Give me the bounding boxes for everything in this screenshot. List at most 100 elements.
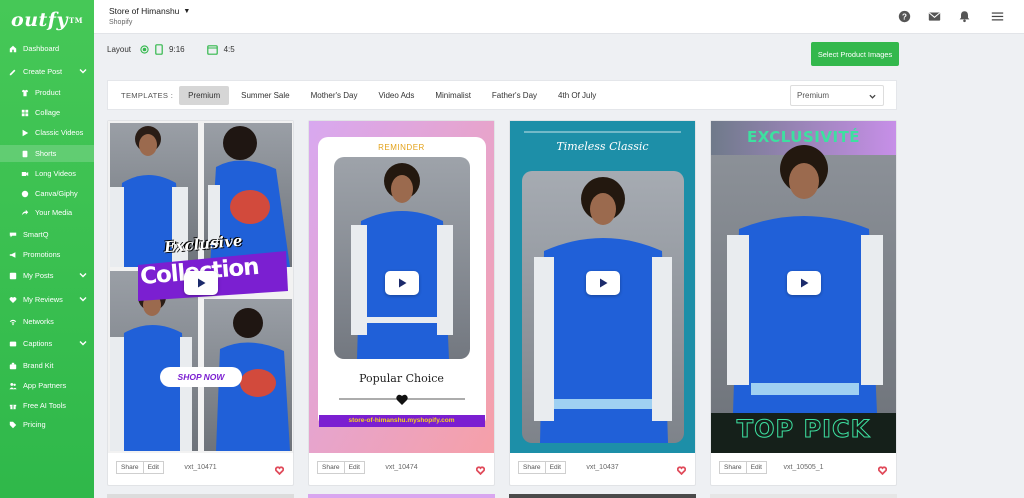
video-icon: [20, 169, 30, 178]
play-button[interactable]: [385, 271, 419, 295]
chevron-down-icon[interactable]: [79, 271, 87, 279]
template-card[interactable]: Exclusive Collection SHOP NOW ShareEdit …: [107, 120, 294, 486]
sidebar-item-label: Classic Videos: [35, 128, 84, 137]
top-pick-label: TOP PICK: [736, 415, 871, 444]
tab-mother-s-day[interactable]: Mother's Day: [302, 86, 367, 105]
chevron-down-icon[interactable]: [79, 295, 87, 303]
play-icon: [20, 128, 30, 137]
play-icon: [198, 278, 206, 288]
tab-minimalist[interactable]: Minimalist: [426, 86, 480, 105]
sidebar-item-captions[interactable]: Captions: [0, 335, 94, 352]
sidebar: outfy TM Dashboard Create Post Product Colla…: [0, 0, 94, 498]
template-card-next: [710, 494, 897, 498]
sidebar-item-pricing[interactable]: Pricing: [0, 416, 94, 433]
sidebar-item-long-videos[interactable]: Long Videos: [0, 165, 94, 182]
shirt-icon: [20, 88, 30, 97]
shorts-icon: [20, 149, 30, 158]
play-button[interactable]: [787, 271, 821, 295]
sidebar-item-app-partners[interactable]: App Partners: [0, 377, 94, 394]
sidebar-item-create-post[interactable]: Create Post: [0, 63, 94, 80]
sidebar-item-label: Your Media: [35, 208, 73, 217]
sidebar-item-product[interactable]: Product: [0, 84, 94, 101]
svg-text:?: ?: [902, 12, 907, 21]
sidebar-item-dashboard[interactable]: Dashboard: [0, 40, 94, 57]
sidebar-item-label: Brand Kit: [23, 361, 54, 370]
sidebar-item-shorts[interactable]: Shorts: [0, 145, 94, 162]
sidebar-item-label: App Partners: [23, 381, 67, 390]
sidebar-item-your-media[interactable]: Your Media: [0, 204, 94, 221]
select-product-images-button[interactable]: Select Product Images: [811, 42, 899, 66]
sidebar-item-smartq[interactable]: SmartQ: [0, 226, 94, 243]
tab-4th-of-july[interactable]: 4th Of July: [549, 86, 605, 105]
store-selector[interactable]: Store of Himanshu ▼: [109, 6, 190, 16]
store-name: Store of Himanshu: [109, 6, 180, 16]
play-button[interactable]: [586, 271, 620, 295]
outfy-logo[interactable]: outfy TM: [0, 0, 94, 40]
portrait-frame-icon: [155, 44, 163, 55]
play-button[interactable]: [184, 271, 218, 295]
layout-option-4-5[interactable]: 4:5: [206, 44, 235, 55]
sidebar-item-label: Promotions: [23, 250, 61, 259]
layout-option-label: 9:16: [169, 45, 185, 54]
radio-selected-icon[interactable]: [140, 45, 149, 54]
template-card[interactable]: Timeless Classic Share Edit vxt_10437: [509, 120, 696, 486]
sidebar-item-canva-giphy[interactable]: Canva/Giphy: [0, 185, 94, 202]
play-icon: [801, 278, 809, 288]
template-card[interactable]: REMINDER Popular Choice store-of-himansh…: [308, 120, 495, 486]
sidebar-item-promotions[interactable]: Promotions: [0, 246, 94, 263]
card-title: Timeless Classic: [556, 140, 649, 153]
sidebar-item-label: Canva/Giphy: [35, 189, 78, 198]
sidebar-item-label: My Posts: [23, 271, 54, 280]
heart-icon: [8, 295, 18, 304]
bell-icon[interactable]: [957, 9, 971, 23]
logo-tm: TM: [69, 15, 83, 25]
card-footer: Share Edit vxt_10505_1: [711, 458, 896, 478]
sidebar-item-label: Create Post: [23, 67, 63, 76]
sidebar-item-free-ai-tools[interactable]: Free AI Tools: [0, 397, 94, 414]
help-icon[interactable]: ?: [897, 9, 911, 23]
sidebar-item-collage[interactable]: Collage: [0, 104, 94, 121]
canva-icon: [20, 189, 30, 198]
wifi-icon: [8, 317, 18, 326]
tab-video-ads[interactable]: Video Ads: [369, 86, 423, 105]
hamburger-menu-icon[interactable]: [990, 9, 1004, 23]
grid-icon: [20, 108, 30, 117]
dropdown-value: Premium: [797, 91, 830, 100]
layout-label: Layout: [107, 45, 132, 54]
chevron-down-icon[interactable]: [79, 339, 87, 347]
sidebar-item-brand-kit[interactable]: Brand Kit: [0, 357, 94, 374]
pencil-icon: [8, 67, 18, 76]
sidebar-item-networks[interactable]: Networks: [0, 313, 94, 330]
heart-icon[interactable]: [676, 462, 687, 476]
posts-icon: [8, 271, 18, 280]
caption-icon: [8, 339, 18, 348]
card-title: EXCLUSIVITÉ: [746, 128, 861, 146]
tag-icon: [8, 420, 18, 429]
share-icon: [20, 208, 30, 217]
shop-now-badge: SHOP NOW: [160, 367, 242, 387]
heart-icon[interactable]: [274, 462, 285, 476]
sidebar-item-my-posts[interactable]: My Posts: [0, 267, 94, 284]
sidebar-item-label: Pricing: [23, 420, 46, 429]
template-category-dropdown[interactable]: Premium: [790, 85, 884, 106]
sidebar-item-label: Captions: [23, 339, 53, 348]
sidebar-item-label: Collage: [35, 108, 61, 117]
template-card-next: [308, 494, 495, 498]
chevron-down-icon[interactable]: [79, 67, 87, 75]
sidebar-item-label: SmartQ: [23, 230, 49, 239]
card-footer: Share Edit vxt_10474: [309, 458, 494, 478]
gift-icon: [8, 401, 18, 410]
tab-father-s-day[interactable]: Father's Day: [483, 86, 546, 105]
template-card[interactable]: EXCLUSIVITÉ TOP PICK Share Edit vxt_10505…: [710, 120, 897, 486]
heart-icon[interactable]: [877, 462, 888, 476]
play-icon: [399, 278, 407, 288]
home-icon: [8, 44, 18, 53]
layout-option-9-16[interactable]: 9:16: [140, 44, 185, 55]
sidebar-item-classic-videos[interactable]: Classic Videos: [0, 124, 94, 141]
heart-icon[interactable]: [475, 462, 486, 476]
tab-premium[interactable]: Premium: [179, 85, 230, 105]
tab-summer-sale[interactable]: Summer Sale: [232, 86, 298, 105]
template-card-next: [107, 494, 294, 498]
sidebar-item-my-reviews[interactable]: My Reviews: [0, 291, 94, 308]
mail-icon[interactable]: [927, 9, 941, 23]
